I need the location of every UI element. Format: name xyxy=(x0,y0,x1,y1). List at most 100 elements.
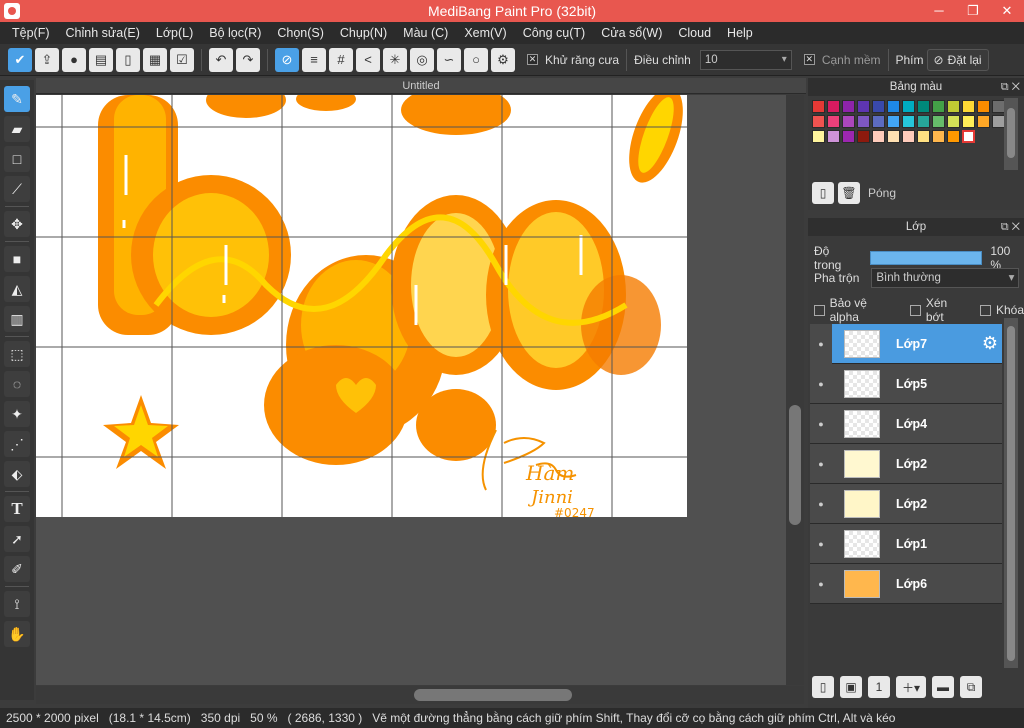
color-swatch[interactable] xyxy=(887,130,900,143)
bucket-tool-icon[interactable]: ◭ xyxy=(4,276,30,302)
color-swatch[interactable] xyxy=(812,130,825,143)
visibility-dot-icon[interactable]: ● xyxy=(810,419,832,429)
select-eraser-tool-icon[interactable]: ⬖ xyxy=(4,461,30,487)
fill-rect-tool-icon[interactable]: ■ xyxy=(4,246,30,272)
gradient-tool-icon[interactable]: ▥ xyxy=(4,306,30,332)
new-layer-icon[interactable]: ▯ xyxy=(812,676,834,698)
speech-bubble-icon[interactable]: ● xyxy=(62,47,86,72)
canvas-area[interactable]: Hàm Jinni #0247 xyxy=(36,82,786,685)
color-swatch[interactable] xyxy=(902,100,915,113)
layers-scrollbar[interactable] xyxy=(1004,318,1018,668)
close-button[interactable]: ✕ xyxy=(990,0,1024,22)
select-rect-tool-icon[interactable]: ⬚ xyxy=(4,341,30,367)
layer-item[interactable]: ● Lớp2 xyxy=(810,484,1002,524)
move-tool-icon[interactable]: ✥ xyxy=(4,211,30,237)
color-swatch[interactable] xyxy=(917,100,930,113)
color-swatch[interactable] xyxy=(812,115,825,128)
brush-tool-icon[interactable]: ✎ xyxy=(4,86,30,112)
layer-item[interactable]: ● Lớp6 xyxy=(810,564,1002,604)
visibility-dot-icon[interactable]: ● xyxy=(810,499,832,509)
operation-tool-icon[interactable]: ➚ xyxy=(4,526,30,552)
checklist-icon[interactable]: ☑ xyxy=(170,47,194,72)
menu-color[interactable]: Màu (C) xyxy=(395,26,456,40)
cloud-check-icon[interactable]: ✔ xyxy=(8,47,32,72)
new-1bit-layer-icon[interactable]: 1 xyxy=(868,676,890,698)
color-swatch[interactable] xyxy=(947,115,960,128)
clipping-checkbox[interactable] xyxy=(910,304,921,316)
layer-item[interactable]: ● Lớp2 xyxy=(810,444,1002,484)
color-swatch[interactable] xyxy=(962,130,975,143)
new-halftone-layer-icon[interactable]: ▣ xyxy=(840,676,862,698)
duplicate-layer-icon[interactable]: ⧉ xyxy=(960,676,982,698)
soft-edge-checkbox[interactable]: ✕ xyxy=(803,54,815,65)
color-swatch[interactable] xyxy=(947,100,960,113)
magic-wand-tool-icon[interactable]: ✦ xyxy=(4,401,30,427)
color-swatch[interactable] xyxy=(827,115,840,128)
opacity-slider[interactable] xyxy=(869,251,983,265)
panel-window-buttons[interactable]: ⧉ ✕ xyxy=(1001,218,1020,236)
color-swatch[interactable] xyxy=(932,100,945,113)
palette-scrollbar[interactable] xyxy=(1004,98,1018,170)
menu-edit[interactable]: Chỉnh sửa(E) xyxy=(58,26,148,40)
color-swatch[interactable] xyxy=(917,115,930,128)
export-icon[interactable]: ⇪ xyxy=(35,47,59,72)
hand-tool-icon[interactable]: ✋ xyxy=(4,621,30,647)
color-swatch[interactable] xyxy=(887,100,900,113)
minimize-button[interactable]: ─ xyxy=(922,0,956,22)
color-swatches[interactable] xyxy=(812,100,1005,143)
color-swatch[interactable] xyxy=(827,130,840,143)
snap-off-icon[interactable]: ⊘ xyxy=(275,47,299,72)
curve-icon[interactable]: ∽ xyxy=(437,47,461,72)
canvas-vertical-scrollbar[interactable] xyxy=(786,95,804,685)
color-swatch[interactable] xyxy=(977,100,990,113)
undo-icon[interactable]: ↶ xyxy=(209,47,233,72)
blend-mode-select[interactable]: Bình thường xyxy=(871,268,1020,288)
page-icon[interactable]: ▯ xyxy=(116,47,140,72)
color-swatch[interactable] xyxy=(872,100,885,113)
restore-button[interactable]: ❐ xyxy=(956,0,990,22)
menu-cloud[interactable]: Cloud xyxy=(670,26,719,40)
color-swatch[interactable] xyxy=(857,115,870,128)
eraser-tool-icon[interactable]: ▰ xyxy=(4,116,30,142)
grid-snap-icon[interactable]: # xyxy=(329,47,353,72)
color-swatch[interactable] xyxy=(872,130,885,143)
color-swatch[interactable] xyxy=(962,100,975,113)
add-layer-dropdown-icon[interactable]: ＋▾ xyxy=(896,676,926,698)
adjust-select[interactable]: 10 xyxy=(699,49,792,70)
layer-item[interactable]: ● Lớp7 ⚙ xyxy=(810,323,1002,364)
lock-checkbox[interactable] xyxy=(980,304,991,316)
parallel-lines-icon[interactable]: ≡ xyxy=(302,47,326,72)
panel-window-buttons[interactable]: ⧉ ✕ xyxy=(1001,78,1020,96)
rectangle-tool-icon[interactable]: □ xyxy=(4,146,30,172)
radial-icon[interactable]: ✳ xyxy=(383,47,407,72)
redo-icon[interactable]: ↷ xyxy=(236,47,260,72)
document-tab[interactable]: Untitled xyxy=(36,78,806,94)
visibility-dot-icon[interactable]: ● xyxy=(810,539,832,549)
layer-settings-gear-icon[interactable]: ⚙ xyxy=(982,334,998,352)
canvas-horizontal-scrollbar[interactable] xyxy=(36,686,804,704)
menu-window[interactable]: Cửa sổ(W) xyxy=(593,26,670,40)
layer-item[interactable]: ● Lớp1 xyxy=(810,524,1002,564)
layer-item[interactable]: ● Lớp4 xyxy=(810,404,1002,444)
color-swatch[interactable] xyxy=(962,115,975,128)
menu-select[interactable]: Chọn(S) xyxy=(269,26,332,40)
circle-snap-icon[interactable]: ○ xyxy=(464,47,488,72)
text-bubble-icon[interactable]: ▤ xyxy=(89,47,113,72)
folder-icon[interactable]: ▬ xyxy=(932,676,954,698)
protect-alpha-checkbox[interactable] xyxy=(814,304,825,316)
layer-item[interactable]: ● Lớp5 xyxy=(810,364,1002,404)
color-swatch[interactable] xyxy=(842,130,855,143)
color-swatch[interactable] xyxy=(977,115,990,128)
color-swatch[interactable] xyxy=(872,115,885,128)
new-color-button[interactable]: ▯ xyxy=(812,182,834,204)
menu-layer[interactable]: Lớp(L) xyxy=(148,26,201,40)
color-swatch[interactable] xyxy=(932,115,945,128)
divide-tool-icon[interactable]: ✐ xyxy=(4,556,30,582)
panel-layout-icon[interactable]: ▦ xyxy=(143,47,167,72)
color-swatch[interactable] xyxy=(902,130,915,143)
color-swatch[interactable] xyxy=(827,100,840,113)
lasso-tool-icon[interactable]: ◌ xyxy=(4,371,30,397)
color-swatch[interactable] xyxy=(947,130,960,143)
visibility-dot-icon[interactable]: ● xyxy=(810,379,832,389)
color-swatch[interactable] xyxy=(842,115,855,128)
